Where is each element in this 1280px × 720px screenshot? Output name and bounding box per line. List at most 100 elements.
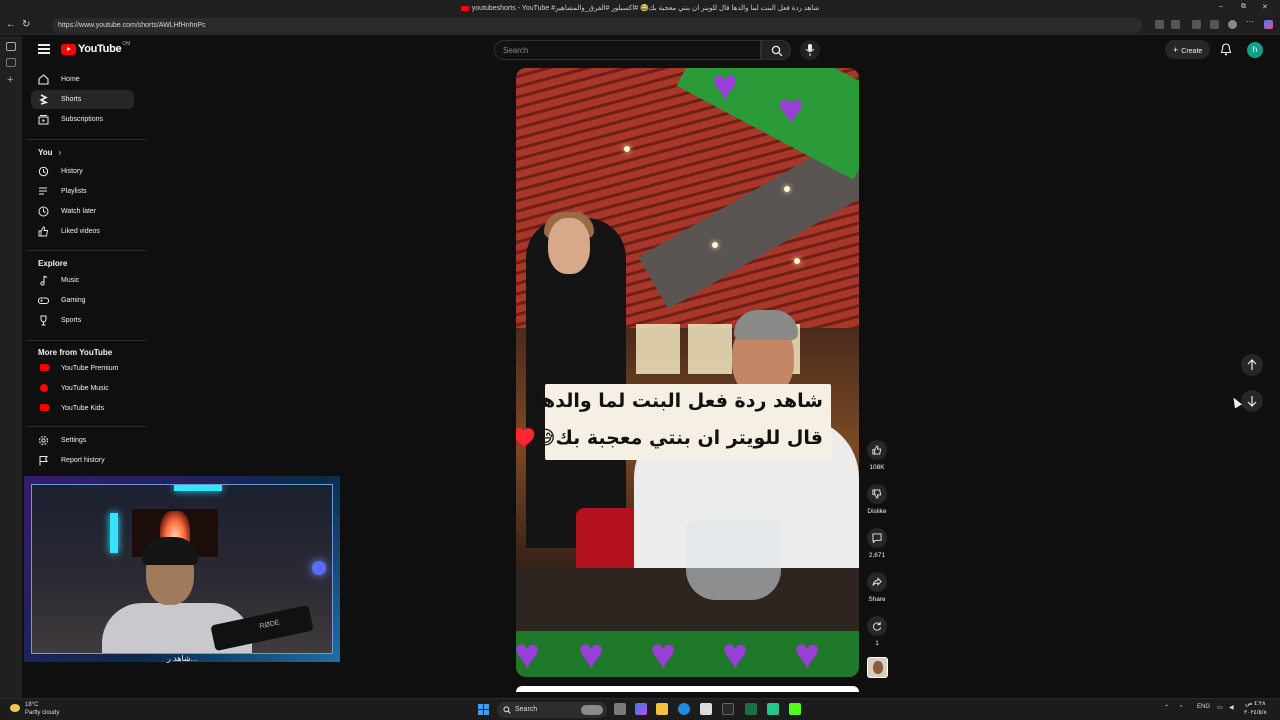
sidebar-item-liked-videos[interactable]: Liked videos xyxy=(31,222,134,241)
extension-icon[interactable] xyxy=(1155,20,1164,29)
vertical-tab-icon[interactable] xyxy=(6,58,16,67)
sidebar-item-home[interactable]: Home xyxy=(31,70,134,89)
search-input[interactable]: Search xyxy=(494,40,761,60)
short-video-player[interactable]: ♥ ♥ شاهد ردة فعل البنت لما والدها قال لل… xyxy=(516,68,859,677)
tab-actions-icon[interactable] xyxy=(6,42,16,51)
comments-action[interactable]: 2,671 xyxy=(867,528,887,559)
more-menu-icon[interactable]: ⋯ xyxy=(1246,17,1255,26)
tab-title: youtubeshorts - YouTube #شاهد ردة فعل ال… xyxy=(471,5,820,12)
youtube-kids-icon xyxy=(40,404,49,411)
sidebar-item-report-history[interactable]: Report history xyxy=(31,451,134,470)
sidebar-item-gaming[interactable]: Gaming xyxy=(31,291,134,310)
sidebar-item-label: Gaming xyxy=(61,297,86,304)
remix-icon xyxy=(873,621,882,631)
edge-browser-icon[interactable] xyxy=(678,703,690,715)
like-button[interactable] xyxy=(867,440,887,460)
sidebar-divider xyxy=(26,340,146,341)
language-indicator[interactable]: ENG xyxy=(1197,704,1210,710)
youtube-premium-icon xyxy=(40,364,49,371)
sidebar-item-label: History xyxy=(61,168,83,175)
new-tab-icon[interactable]: + xyxy=(7,74,13,86)
sidebar-divider xyxy=(26,250,146,251)
gear-icon xyxy=(39,436,48,445)
app-icon[interactable] xyxy=(722,703,734,715)
remix-action[interactable]: 1 xyxy=(867,616,887,647)
thumbs-up-icon xyxy=(872,445,882,455)
minimize-button[interactable]: – xyxy=(1219,3,1223,10)
browser-toolbar: ← ↻ https://www.youtube.com/shorts/AWLHf… xyxy=(0,16,1280,35)
sidebar-item-playlists[interactable]: Playlists xyxy=(31,182,134,201)
sidebar-item-youtube-premium[interactable]: YouTube Premium xyxy=(31,359,134,378)
comment-icon xyxy=(872,533,882,543)
comment-count: 2,671 xyxy=(868,552,886,559)
store-icon[interactable] xyxy=(700,703,712,715)
weather-desc: Partly cloudy xyxy=(25,710,60,716)
channel-avatar[interactable] xyxy=(867,657,888,678)
profile-icon[interactable] xyxy=(1228,20,1237,29)
neon-light xyxy=(174,485,222,491)
sidebar-item-music[interactable]: Music xyxy=(31,271,134,290)
sidebar-item-subscriptions[interactable]: Subscriptions xyxy=(31,110,134,129)
extension-puzzle-icon[interactable] xyxy=(1192,20,1201,29)
sidebar-item-sports[interactable]: Sports xyxy=(31,311,134,330)
dislike-action[interactable]: Dislike xyxy=(867,484,887,515)
taskbar-search[interactable]: Search xyxy=(497,702,607,718)
kick-icon[interactable] xyxy=(789,703,801,715)
search-button[interactable] xyxy=(761,40,791,60)
notifications-bell-icon[interactable] xyxy=(1220,43,1232,56)
display-tray-icon[interactable]: ▭ xyxy=(1217,704,1223,711)
excel-icon[interactable] xyxy=(745,703,757,715)
sidebar-item-settings[interactable]: Settings xyxy=(31,431,134,450)
youtube-favicon-icon xyxy=(460,5,469,11)
heart-sticker: ♥ xyxy=(650,630,677,677)
remix-button[interactable] xyxy=(867,616,887,636)
address-bar[interactable]: https://www.youtube.com/shorts/AWLHfHnhn… xyxy=(52,18,1142,33)
sidebar-item-label: Subscriptions xyxy=(61,116,104,123)
like-action[interactable]: 108K xyxy=(867,440,887,471)
network-tray-icon[interactable]: ◔ xyxy=(1179,704,1183,710)
sidebar-item-youtube-music[interactable]: YouTube Music xyxy=(31,379,134,398)
sidebar-item-history[interactable]: History xyxy=(31,162,134,181)
restore-button[interactable]: ⧉ xyxy=(1241,3,1246,11)
hamburger-menu-icon[interactable] xyxy=(38,44,50,54)
tray-overflow-icon[interactable]: ⌃ xyxy=(1164,704,1169,711)
you-heading-label: You xyxy=(38,148,53,157)
sidebar-item-youtube-kids[interactable]: YouTube Kids xyxy=(31,399,134,418)
ceiling-light xyxy=(712,242,718,248)
mouse-cursor-icon xyxy=(1230,395,1242,409)
previous-short-button[interactable] xyxy=(1241,354,1263,376)
task-view-icon[interactable] xyxy=(614,703,626,715)
close-window-button[interactable]: ✕ xyxy=(1262,3,1268,11)
weather-temp: 18°C xyxy=(25,702,39,708)
create-button[interactable]: + Create xyxy=(1165,40,1210,59)
share-action[interactable]: Share xyxy=(867,572,887,603)
volume-tray-icon[interactable]: ◀ xyxy=(1229,704,1234,711)
back-icon[interactable]: ← xyxy=(6,19,16,30)
sidebar-you-heading[interactable]: You › xyxy=(38,148,61,157)
ceiling-light xyxy=(624,146,630,152)
sidebar-item-label: YouTube Premium xyxy=(61,365,119,372)
favorites-icon[interactable] xyxy=(1210,20,1219,29)
ceiling-light xyxy=(784,186,790,192)
comments-button[interactable] xyxy=(867,528,887,548)
sidebar-item-shorts[interactable]: Shorts xyxy=(31,90,134,109)
chevron-right-icon: › xyxy=(58,148,62,157)
bookmark-star-icon[interactable] xyxy=(1171,20,1180,29)
file-explorer-icon[interactable] xyxy=(656,703,668,715)
account-avatar[interactable]: h xyxy=(1247,42,1263,58)
app-icon[interactable] xyxy=(767,703,779,715)
copilot-taskbar-icon[interactable] xyxy=(635,703,647,715)
dislike-button[interactable] xyxy=(867,484,887,504)
sidebar-item-watch-later[interactable]: Watch later xyxy=(31,202,134,221)
share-button[interactable] xyxy=(867,572,887,592)
next-short-button[interactable] xyxy=(1241,390,1263,412)
windows-start-icon[interactable] xyxy=(478,704,490,716)
system-clock[interactable]: ٤:٢٨ ص ٢٠٢٤/٥/٨ xyxy=(1244,700,1267,718)
voice-search-button[interactable] xyxy=(800,40,820,60)
reload-icon[interactable]: ↻ xyxy=(22,19,30,30)
search-placeholder: Search xyxy=(503,46,529,55)
youtube-logo[interactable]: YouTube OM xyxy=(61,41,130,55)
waiter-figure xyxy=(526,212,626,548)
copilot-icon[interactable] xyxy=(1264,20,1273,29)
youtube-play-icon xyxy=(61,43,76,55)
